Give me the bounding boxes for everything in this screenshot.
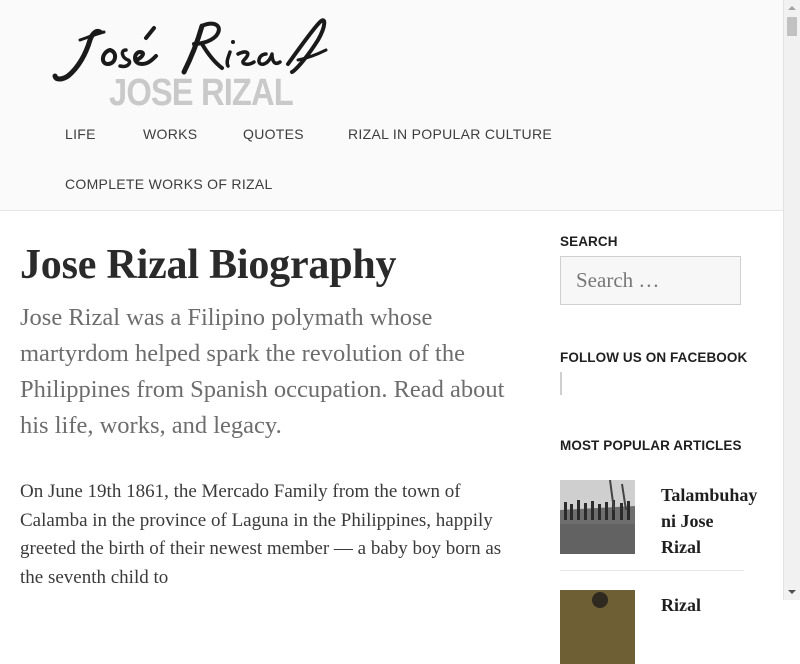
nav-item-complete-works[interactable]: COMPLETE WORKS OF RIZAL [65, 176, 273, 192]
search-input[interactable] [561, 257, 721, 304]
site-header: JOSE RIZAL LIFE WORKS QUOTES RIZAL IN PO… [0, 0, 783, 211]
scroll-down-arrow-icon[interactable] [784, 584, 800, 600]
site-logo[interactable]: JOSE RIZAL [52, 10, 332, 114]
article-thumbnail[interactable] [560, 480, 635, 554]
body-paragraph: On June 19th 1861, the Mercado Family fr… [20, 481, 502, 588]
nav-item-life[interactable]: LIFE [65, 126, 96, 142]
logo-wordmark: JOSE RIZAL [109, 72, 294, 114]
facebook-embed-frame[interactable] [560, 372, 562, 395]
article-thumbnail-image [560, 590, 635, 664]
article-divider [560, 570, 744, 571]
lead-paragraph: Jose Rizal was a Filipino polymath whose… [20, 304, 505, 439]
nav-item-quotes[interactable]: QUOTES [243, 126, 304, 142]
nav-item-rizal-in-popular-culture[interactable]: RIZAL IN POPULAR CULTURE [348, 126, 552, 142]
main-content: Jose Rizal Biography Jose Rizal was a Fi… [20, 236, 510, 592]
article-title[interactable]: Talambuhay ni Jose Rizal [661, 482, 757, 560]
article-title[interactable]: Rizal [661, 592, 747, 618]
page-title: Jose Rizal Biography [20, 242, 397, 288]
article-thumbnail-image [560, 480, 635, 554]
search-box [560, 256, 741, 305]
nav-item-works[interactable]: WORKS [143, 126, 197, 142]
article-thumbnail[interactable] [560, 590, 635, 664]
scroll-up-arrow-icon[interactable] [784, 0, 800, 16]
facebook-widget-title: FOLLOW US ON FACEBOOK [560, 350, 748, 365]
scroll-thumb[interactable] [787, 17, 797, 36]
search-widget-title: SEARCH [560, 234, 618, 249]
vertical-scrollbar[interactable] [783, 0, 800, 600]
popular-articles-title: MOST POPULAR ARTICLES [560, 438, 742, 453]
